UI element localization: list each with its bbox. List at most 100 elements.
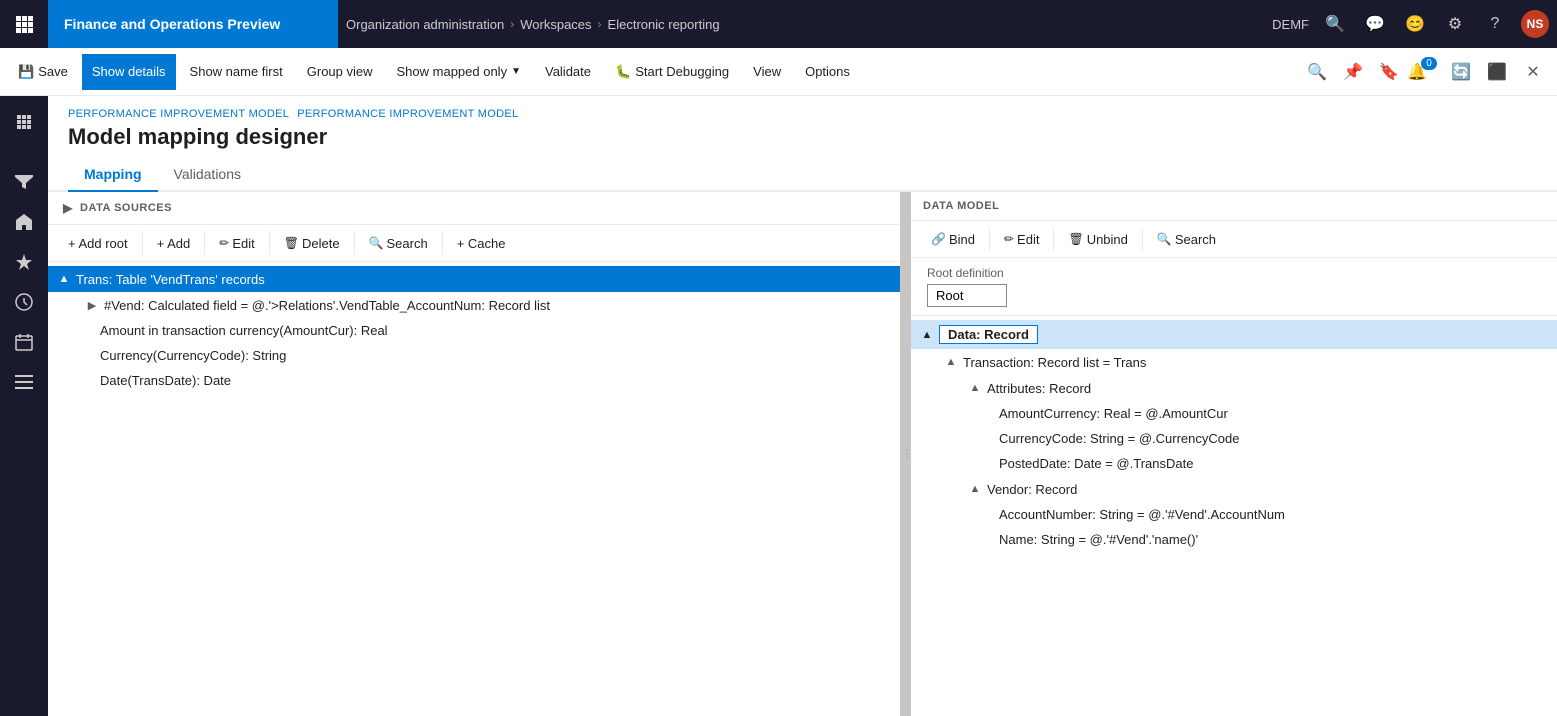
tab-mapping[interactable]: Mapping bbox=[68, 158, 158, 192]
debug-icon: 🐛 bbox=[615, 64, 631, 80]
breadcrumb: Organization administration › Workspaces… bbox=[346, 17, 1264, 32]
breadcrumb-sep-1: › bbox=[510, 17, 514, 31]
cache-button[interactable]: + Cache bbox=[449, 233, 514, 254]
left-nav bbox=[0, 96, 48, 716]
toolbar-sep-4 bbox=[354, 231, 355, 255]
tree-item-date[interactable]: Date(TransDate): Date bbox=[48, 368, 900, 393]
nav-calendar-icon[interactable] bbox=[6, 324, 42, 360]
unbind-button[interactable]: 🗑 Unbind bbox=[1060, 229, 1135, 250]
pin-icon[interactable]: 📌 bbox=[1337, 56, 1369, 88]
split-pane: ▶ DATA SOURCES + Add root + Add ✏ Edit 🗑 bbox=[48, 192, 1557, 716]
data-sources-tree: ▲ Trans: Table 'VendTrans' records ▶ #Ve… bbox=[48, 262, 900, 716]
avatar[interactable]: NS bbox=[1521, 10, 1549, 38]
nav-home2-icon[interactable] bbox=[6, 204, 42, 240]
show-mapped-only-button[interactable]: Show mapped only ▼ bbox=[387, 54, 531, 90]
save-icon: 💾 bbox=[18, 64, 34, 80]
emoji-icon[interactable]: 😊 bbox=[1401, 10, 1429, 38]
tree-item-amount-currency[interactable]: AmountCurrency: Real = @.AmountCur bbox=[911, 401, 1557, 426]
tree-item-posted-date[interactable]: PostedDate: Date = @.TransDate bbox=[911, 451, 1557, 476]
root-def-label: Root definition bbox=[927, 266, 1541, 280]
notification-icon[interactable]: 💬 bbox=[1361, 10, 1389, 38]
unbind-icon: 🗑 bbox=[1068, 232, 1083, 246]
add-button[interactable]: + Add bbox=[149, 233, 199, 254]
tree-item-attributes[interactable]: ▲ Attributes: Record bbox=[911, 375, 1557, 401]
tree-item-vend[interactable]: ▶ #Vend: Calculated field = @.'>Relation… bbox=[48, 292, 900, 318]
popout-icon[interactable]: ⬛ bbox=[1481, 56, 1513, 88]
show-name-first-button[interactable]: Show name first bbox=[180, 54, 293, 90]
nav-star-icon[interactable] bbox=[6, 244, 42, 280]
tree-toggle-vend[interactable]: ▶ bbox=[84, 297, 100, 313]
root-def-value: Root bbox=[927, 284, 1007, 307]
env-label: DEMF bbox=[1272, 17, 1309, 32]
add-root-button[interactable]: + Add root bbox=[60, 233, 136, 254]
tree-item-trans[interactable]: ▲ Trans: Table 'VendTrans' records bbox=[48, 266, 900, 292]
toggle-transaction[interactable]: ▲ bbox=[943, 354, 959, 370]
validate-button[interactable]: Validate bbox=[535, 54, 601, 90]
search-icon[interactable]: 🔍 bbox=[1321, 10, 1349, 38]
show-details-button[interactable]: Show details bbox=[82, 54, 176, 90]
edit-button[interactable]: ✏ Edit bbox=[211, 233, 262, 254]
edit-icon: ✏ bbox=[219, 236, 229, 250]
root-definition-section: Root definition Root bbox=[911, 258, 1557, 316]
content-area: PERFORMANCE IMPROVEMENT MODEL PERFORMANC… bbox=[48, 96, 1557, 716]
search-button[interactable]: 🔍 Search bbox=[361, 233, 436, 254]
tree-item-amount[interactable]: Amount in transaction currency(AmountCur… bbox=[48, 318, 900, 343]
bookmark-icon[interactable]: 🔖 bbox=[1373, 56, 1405, 88]
search-icon-ds: 🔍 bbox=[369, 236, 384, 250]
tree-item-currency-code[interactable]: CurrencyCode: String = @.CurrencyCode bbox=[911, 426, 1557, 451]
tree-item-currency[interactable]: Currency(CurrencyCode): String bbox=[48, 343, 900, 368]
start-debugging-button[interactable]: 🐛 Start Debugging bbox=[605, 54, 739, 90]
tree-item-data-record[interactable]: ▲ Data: Record bbox=[911, 320, 1557, 349]
breadcrumb-er[interactable]: Electronic reporting bbox=[608, 17, 720, 32]
tree-item-vendor[interactable]: ▲ Vendor: Record bbox=[911, 476, 1557, 502]
save-button[interactable]: 💾 Save bbox=[8, 54, 78, 90]
breadcrumb-sep-2: › bbox=[598, 17, 602, 31]
dropdown-arrow-icon: ▼ bbox=[511, 66, 521, 77]
breadcrumb-part1[interactable]: PERFORMANCE IMPROVEMENT MODEL bbox=[68, 108, 289, 120]
delete-button[interactable]: 🗑 Delete bbox=[276, 233, 348, 254]
options-button[interactable]: Options bbox=[795, 54, 860, 90]
toolbar-right: 🔍 📌 🔖 🔔0 🔄 ⬛ ✕ bbox=[1301, 56, 1549, 88]
view-button[interactable]: View bbox=[743, 54, 791, 90]
drag-handle[interactable]: ⋮ bbox=[903, 192, 911, 716]
toggle-data[interactable]: ▲ bbox=[919, 327, 935, 343]
breadcrumb-workspaces[interactable]: Workspaces bbox=[520, 17, 591, 32]
toggle-vendor[interactable]: ▲ bbox=[967, 481, 983, 497]
nav-filter-icon[interactable] bbox=[6, 164, 42, 200]
toggle-attributes[interactable]: ▲ bbox=[967, 380, 983, 396]
tree-item-account-number[interactable]: AccountNumber: String = @.'#Vend'.Accoun… bbox=[911, 502, 1557, 527]
grid-menu-icon[interactable] bbox=[8, 8, 40, 40]
breadcrumb-part2[interactable]: PERFORMANCE IMPROVEMENT MODEL bbox=[297, 108, 518, 120]
data-sources-toggle[interactable]: ▶ bbox=[60, 200, 76, 216]
dm-edit-button[interactable]: ✏ Edit bbox=[996, 229, 1047, 250]
tab-validations[interactable]: Validations bbox=[158, 158, 257, 192]
data-model-header: DATA MODEL bbox=[911, 192, 1557, 221]
group-view-button[interactable]: Group view bbox=[297, 54, 383, 90]
data-model-tree: ▲ Data: Record ▲ Transaction: Record lis… bbox=[911, 316, 1557, 716]
nav-home-icon[interactable] bbox=[6, 104, 42, 140]
bind-icon: 🔗 bbox=[931, 232, 946, 246]
close-icon[interactable]: ✕ bbox=[1517, 56, 1549, 88]
settings-icon[interactable]: ⚙ bbox=[1441, 10, 1469, 38]
data-sources-header: ▶ DATA SOURCES bbox=[48, 192, 900, 225]
tree-item-name[interactable]: Name: String = @.'#Vend'.'name()' bbox=[911, 527, 1557, 552]
nav-clock-icon[interactable] bbox=[6, 284, 42, 320]
breadcrumb-org[interactable]: Organization administration bbox=[346, 17, 504, 32]
dm-search-icon: 🔍 bbox=[1157, 232, 1172, 246]
top-bar: Finance and Operations Preview Organizat… bbox=[0, 0, 1557, 48]
nav-list-icon[interactable] bbox=[6, 364, 42, 400]
notifications-icon[interactable]: 🔔0 bbox=[1409, 56, 1441, 88]
help-icon[interactable]: ? bbox=[1481, 10, 1509, 38]
tabs: Mapping Validations bbox=[48, 158, 1557, 192]
search-toolbar-icon[interactable]: 🔍 bbox=[1301, 56, 1333, 88]
data-model-pane: DATA MODEL 🔗 Bind ✏ Edit 🗑 Unbi bbox=[911, 192, 1557, 716]
refresh-icon[interactable]: 🔄 bbox=[1445, 56, 1477, 88]
data-sources-pane: ▶ DATA SOURCES + Add root + Add ✏ Edit 🗑 bbox=[48, 192, 903, 716]
tree-toggle-trans[interactable]: ▲ bbox=[56, 271, 72, 287]
toolbar-sep-5 bbox=[442, 231, 443, 255]
dm-edit-icon: ✏ bbox=[1004, 232, 1014, 246]
toolbar: 💾 Save Show details Show name first Grou… bbox=[0, 48, 1557, 96]
tree-item-transaction[interactable]: ▲ Transaction: Record list = Trans bbox=[911, 349, 1557, 375]
dm-search-button[interactable]: 🔍 Search bbox=[1149, 229, 1224, 250]
bind-button[interactable]: 🔗 Bind bbox=[923, 229, 983, 250]
